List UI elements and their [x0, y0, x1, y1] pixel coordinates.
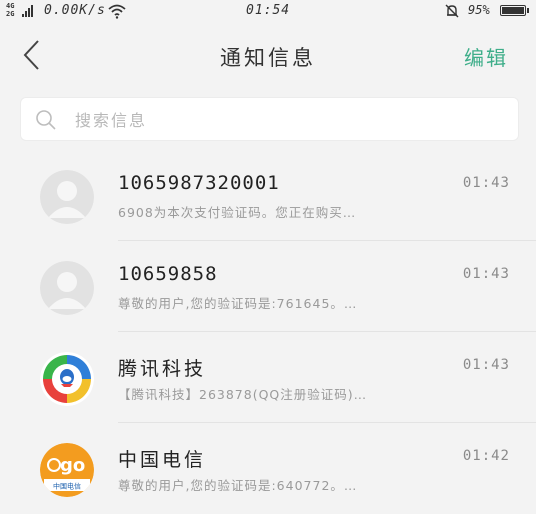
wifi-icon	[108, 4, 126, 19]
signal-icon	[22, 5, 33, 17]
clock: 01:54	[246, 3, 291, 18]
default-avatar-icon	[40, 261, 94, 315]
tencent-news-logo-icon	[40, 352, 94, 406]
message-time: 01:43	[462, 357, 510, 373]
list-item[interactable]: 腾讯科技 01:43 【腾讯科技】263878(QQ注册验证码)…	[0, 332, 536, 423]
message-time: 01:42	[462, 448, 510, 464]
header: 通知信息 编辑	[0, 24, 536, 86]
edit-button[interactable]: 编辑	[464, 42, 508, 71]
china-telecom-logo-icon: go 中国电信	[40, 443, 94, 497]
search-bar[interactable]	[20, 97, 519, 141]
message-list: 1065987320001 01:43 6908为本次支付验证码。您正在购买… …	[0, 150, 536, 514]
message-preview: 尊敬的用户,您的验证码是:640772。…	[118, 478, 358, 493]
message-preview: 尊敬的用户,您的验证码是:761645。…	[118, 296, 358, 311]
list-item[interactable]: 10659858 01:43 尊敬的用户,您的验证码是:761645。…	[0, 241, 536, 332]
message-preview: 【腾讯科技】263878(QQ注册验证码)…	[118, 387, 368, 402]
message-time: 01:43	[462, 266, 510, 282]
status-bar: 4G 2G 0.00K/s 01:54 95%	[0, 0, 536, 24]
message-time: 01:43	[462, 175, 510, 191]
page-title: 通知信息	[220, 46, 316, 70]
default-avatar-icon	[40, 170, 94, 224]
network-type-top: 4G	[6, 2, 15, 10]
mute-bell-icon	[445, 4, 459, 18]
battery-percent: 95%	[468, 3, 490, 17]
message-preview: 6908为本次支付验证码。您正在购买…	[118, 205, 357, 220]
list-item[interactable]: 1065987320001 01:43 6908为本次支付验证码。您正在购买…	[0, 150, 536, 241]
sender-name: 中国电信	[118, 449, 207, 471]
list-item[interactable]: go 中国电信 中国电信 01:42 尊敬的用户,您的验证码是:640772。…	[0, 423, 536, 514]
network-type: 4G 2G	[6, 2, 20, 18]
search-icon	[36, 110, 56, 130]
network-type-bottom: 2G	[6, 10, 15, 18]
svg-text:中国电信: 中国电信	[53, 482, 81, 491]
sender-name: 1065987320001	[118, 172, 280, 194]
network-speed: 0.00K/s	[44, 3, 106, 18]
sender-name: 10659858	[118, 263, 218, 285]
search-input[interactable]	[73, 106, 497, 134]
svg-text:go: go	[60, 455, 85, 476]
sender-name: 腾讯科技	[118, 358, 207, 380]
battery-icon	[500, 5, 529, 16]
